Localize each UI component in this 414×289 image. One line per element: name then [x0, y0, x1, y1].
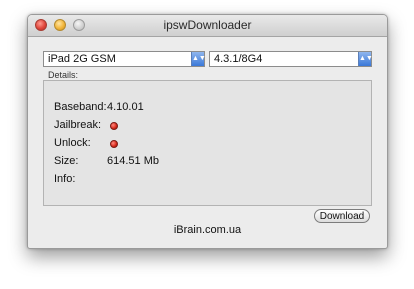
jailbreak-label: Jailbreak: [54, 119, 102, 131]
app-window: ipswDownloader iPad 2G GSM ▲▼ 4.3.1/8G4 … [27, 14, 388, 249]
title-bar[interactable]: ipswDownloader [28, 15, 387, 37]
device-select[interactable]: iPad 2G GSM ▲▼ [43, 51, 206, 67]
baseband-value: 4.10.01 [107, 101, 144, 113]
details-panel: Baseband: 4.10.01 Jailbreak: Unlock: Siz… [43, 80, 372, 206]
jailbreak-status-red-icon [110, 122, 118, 130]
info-label: Info: [54, 173, 76, 185]
firmware-select-value: 4.3.1/8G4 [214, 53, 263, 65]
footer-link[interactable]: iBrain.com.ua [28, 224, 387, 236]
unlock-label: Unlock: [54, 137, 91, 149]
firmware-select[interactable]: 4.3.1/8G4 ▲▼ [209, 51, 373, 67]
details-label: Details: [48, 70, 79, 80]
device-select-value: iPad 2G GSM [48, 53, 116, 65]
size-label: Size: [54, 155, 79, 167]
chevron-updown-icon[interactable]: ▲▼ [191, 52, 206, 66]
chevron-updown-icon[interactable]: ▲▼ [358, 52, 373, 66]
download-button[interactable]: Download [314, 209, 370, 223]
unlock-status-red-icon [110, 140, 118, 148]
window-title: ipswDownloader [163, 18, 252, 32]
size-value: 614.51 Mb [107, 155, 159, 167]
baseband-label: Baseband: [54, 101, 107, 113]
